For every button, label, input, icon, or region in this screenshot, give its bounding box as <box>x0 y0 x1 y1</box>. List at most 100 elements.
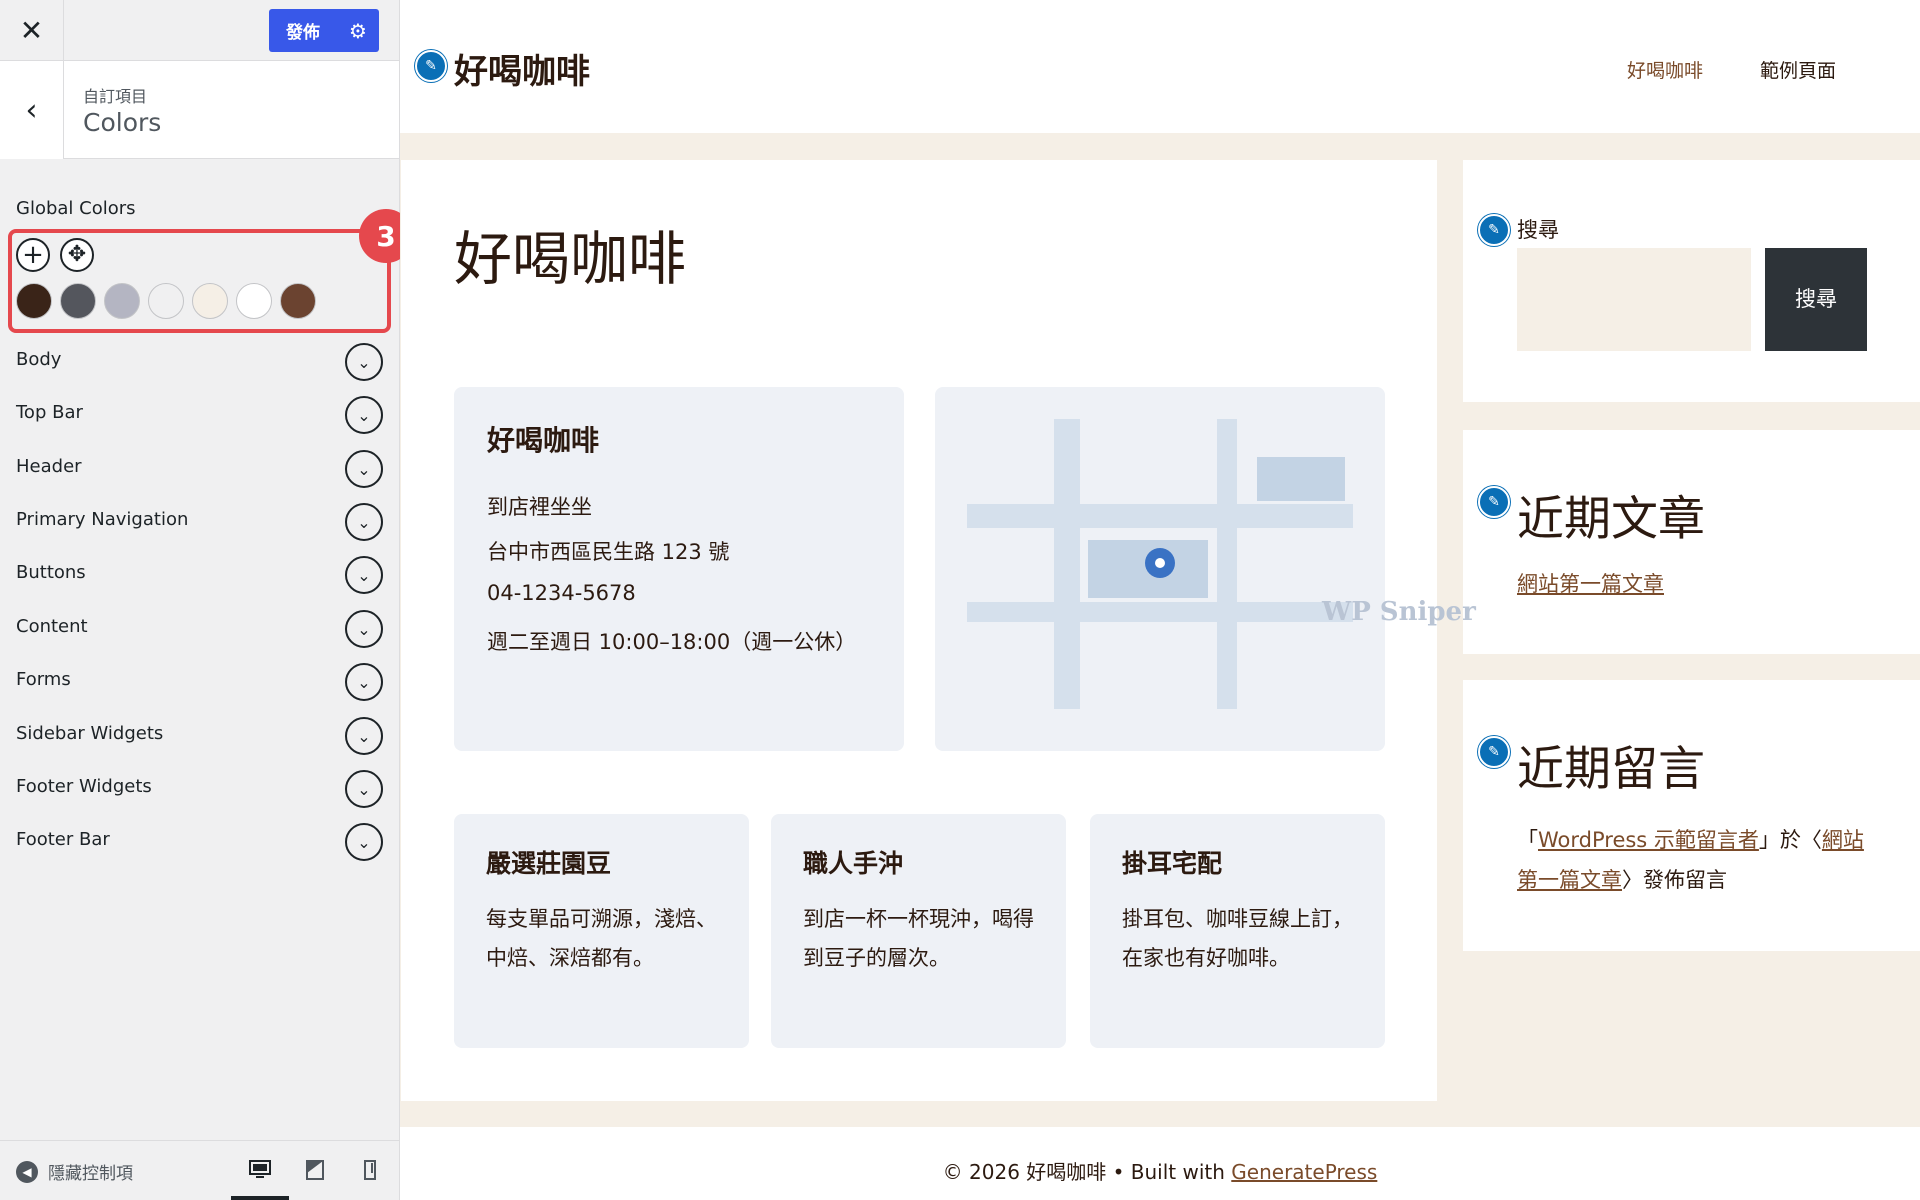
nav-item-home[interactable]: 好喝咖啡 <box>1627 56 1703 83</box>
color-swatch[interactable] <box>280 283 316 319</box>
accordion-label: Content <box>16 616 88 637</box>
chevron-down-icon[interactable]: ⌄ <box>345 396 383 434</box>
feature-text: 到店一杯一杯現沖，喝得到豆子的層次。 <box>803 907 1034 970</box>
section-crumb: 自訂項目 <box>83 87 148 106</box>
chevron-down-icon[interactable]: ⌄ <box>345 556 383 594</box>
feature-card: 職人手沖 到店一杯一杯現沖，喝得到豆子的層次。 <box>771 814 1066 1048</box>
chevron-down-icon[interactable]: ⌄ <box>345 610 383 648</box>
accordion-label: Footer Bar <box>16 829 110 850</box>
accordion-label: Buttons <box>16 562 86 583</box>
recent-comment: 「WordPress 示範留言者」於〈網站第一篇文章〉發佈留言 <box>1517 820 1867 900</box>
hide-controls-label: 隱藏控制項 <box>48 1164 133 1184</box>
feature-title: 嚴選莊園豆 <box>486 849 612 878</box>
chevron-down-icon[interactable]: ⌄ <box>345 343 383 381</box>
accordion-label: Top Bar <box>16 402 83 423</box>
site-header: ✎ 好喝咖啡 好喝咖啡 範例頁面 <box>400 0 1920 133</box>
close-icon[interactable]: ✕ <box>0 0 64 61</box>
color-swatch[interactable] <box>60 283 96 319</box>
accordion-content[interactable]: Content ⌄ <box>0 602 399 655</box>
move-icon[interactable]: ✥ <box>60 238 94 272</box>
mobile-preview-icon[interactable] <box>355 1155 385 1185</box>
accordion-forms[interactable]: Forms ⌄ <box>0 655 399 708</box>
comment-middle-text: 」於〈 <box>1758 828 1822 852</box>
accordion-header[interactable]: Header ⌄ <box>0 442 399 495</box>
recent-post-link[interactable]: 網站第一篇文章 <box>1517 568 1664 598</box>
chevron-down-icon[interactable]: ⌄ <box>345 503 383 541</box>
search-input[interactable] <box>1517 248 1751 351</box>
back-chevron-icon[interactable]: ‹ <box>0 61 64 159</box>
hide-controls-button[interactable]: ◀ 隱藏控制項 <box>16 1159 133 1184</box>
recent-posts-title: 近期文章 <box>1517 492 1705 547</box>
global-colors-label: Global Colors <box>16 198 136 219</box>
section-header: ‹ 自訂項目 Colors <box>0 61 399 159</box>
recent-comments-title: 近期留言 <box>1517 742 1705 797</box>
info-line: 週二至週日 10:00–18:00（週一公休） <box>487 630 857 654</box>
customizer-sidebar: ✕ 發佈 ⚙ ‹ 自訂項目 Colors Global Colors + ✥ 3… <box>0 0 413 1200</box>
recent-comments-widget: ✎ 近期留言 「WordPress 示範留言者」於〈網站第一篇文章〉發佈留言 <box>1463 680 1920 951</box>
accordion-body[interactable]: Body ⌄ <box>0 335 399 388</box>
active-device-indicator <box>231 1196 289 1200</box>
info-line: 台中市西區民生路 123 號 <box>487 540 730 564</box>
accordion-label: Header <box>16 456 82 477</box>
feature-title: 掛耳宅配 <box>1122 849 1223 878</box>
chevron-down-icon[interactable]: ⌄ <box>345 663 383 701</box>
edit-pencil-icon[interactable]: ✎ <box>1478 214 1510 246</box>
accordion-label: Primary Navigation <box>16 509 189 530</box>
color-swatch[interactable] <box>16 283 52 319</box>
footer-copyright: © 2026 好喝咖啡 • Built with GeneratePress <box>400 1156 1920 1185</box>
accordion-footer-bar[interactable]: Footer Bar ⌄ <box>0 815 399 868</box>
info-card: 好喝咖啡 到店裡坐坐 台中市西區民生路 123 號 04-1234-5678 週… <box>454 387 904 751</box>
chevron-down-icon[interactable]: ⌄ <box>345 770 383 808</box>
watermark: WP Sniper <box>1322 597 1476 627</box>
feature-card: 掛耳宅配 掛耳包、咖啡豆線上訂，在家也有好咖啡。 <box>1090 814 1385 1048</box>
add-color-icon[interactable]: + <box>16 238 50 272</box>
color-swatch[interactable] <box>192 283 228 319</box>
search-widget: ✎ 搜尋 搜尋 <box>1463 160 1920 402</box>
tablet-preview-icon[interactable] <box>300 1155 330 1185</box>
comment-open-quote: 「 <box>1517 828 1538 852</box>
site-preview: ✎ 好喝咖啡 好喝咖啡 範例頁面 好喝咖啡 好喝咖啡 到店裡坐坐 台中市西區民生… <box>400 0 1920 1200</box>
chevron-down-icon[interactable]: ⌄ <box>345 450 383 488</box>
accordion-sidebar-widgets[interactable]: Sidebar Widgets ⌄ <box>0 709 399 762</box>
customizer-footer: ◀ 隱藏控制項 <box>0 1140 399 1200</box>
footer-copyright-text: © 2026 好喝咖啡 • Built with <box>942 1160 1232 1184</box>
chevron-down-icon[interactable]: ⌄ <box>345 823 383 861</box>
collapse-icon: ◀ <box>16 1160 38 1183</box>
accordion-label: Forms <box>16 669 71 690</box>
feature-card: 嚴選莊園豆 每支單品可溯源，淺焙、中焙、深焙都有。 <box>454 814 749 1048</box>
comment-end-text: 〉發佈留言 <box>1622 868 1727 892</box>
section-title: Colors <box>83 108 162 137</box>
accordion-footer-widgets[interactable]: Footer Widgets ⌄ <box>0 762 399 815</box>
publish-label: 發佈 <box>286 23 320 43</box>
color-swatch[interactable] <box>236 283 272 319</box>
feature-text: 掛耳包、咖啡豆線上訂，在家也有好咖啡。 <box>1122 907 1353 970</box>
feature-text: 每支單品可溯源，淺焙、中焙、深焙都有。 <box>486 907 717 970</box>
search-button[interactable]: 搜尋 <box>1765 248 1867 351</box>
desktop-preview-icon[interactable] <box>245 1155 275 1185</box>
accordion-top-bar[interactable]: Top Bar ⌄ <box>0 388 399 441</box>
info-card-title: 好喝咖啡 <box>487 424 600 457</box>
accordion-primary-navigation[interactable]: Primary Navigation ⌄ <box>0 495 399 548</box>
footer-theme-link[interactable]: GeneratePress <box>1231 1160 1377 1184</box>
gear-icon[interactable]: ⚙ <box>337 19 379 43</box>
chevron-down-icon[interactable]: ⌄ <box>345 717 383 755</box>
search-widget-title: 搜尋 <box>1517 218 1559 242</box>
edit-pencil-icon[interactable]: ✎ <box>415 50 447 82</box>
main-content: 好喝咖啡 好喝咖啡 到店裡坐坐 台中市西區民生路 123 號 04-1234-5… <box>401 160 1437 1101</box>
info-line: 到店裡坐坐 <box>487 495 592 519</box>
accordion-label: Body <box>16 349 62 370</box>
accordion-label: Sidebar Widgets <box>16 723 164 744</box>
comment-author-link[interactable]: WordPress 示範留言者 <box>1538 828 1759 852</box>
edit-pencil-icon[interactable]: ✎ <box>1478 486 1510 518</box>
site-title[interactable]: 好喝咖啡 <box>454 44 590 93</box>
info-line: 04-1234-5678 <box>487 581 636 605</box>
feature-title: 職人手沖 <box>803 849 904 878</box>
nav-item-sample-page[interactable]: 範例頁面 <box>1760 56 1836 83</box>
color-swatch[interactable] <box>104 283 140 319</box>
accordion-buttons[interactable]: Buttons ⌄ <box>0 548 399 601</box>
recent-posts-widget: ✎ 近期文章 網站第一篇文章 <box>1463 430 1920 654</box>
customizer-header: ✕ 發佈 ⚙ <box>0 0 399 61</box>
color-swatch[interactable] <box>148 283 184 319</box>
publish-button[interactable]: 發佈 ⚙ <box>269 9 379 52</box>
edit-pencil-icon[interactable]: ✎ <box>1478 736 1510 768</box>
